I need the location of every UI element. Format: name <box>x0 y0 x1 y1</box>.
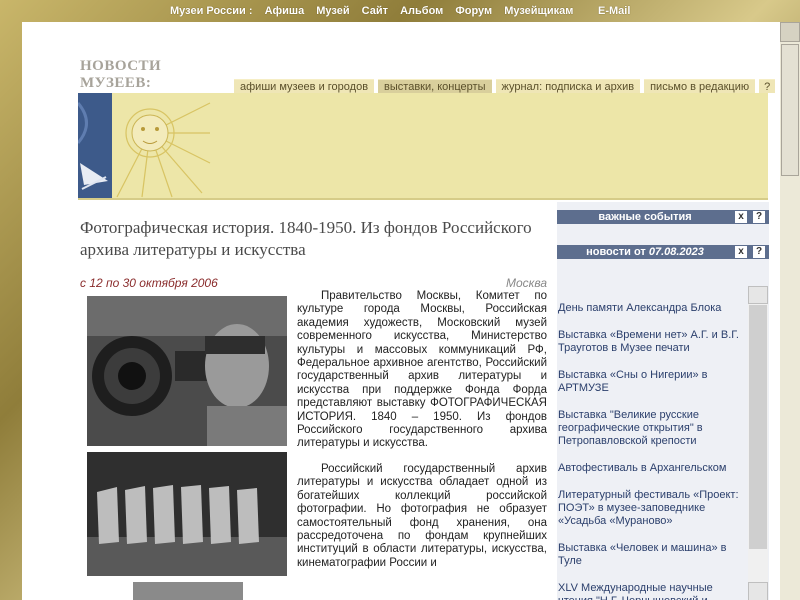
news-scroll-up-button[interactable] <box>748 286 768 304</box>
news-scroll-thumb[interactable] <box>749 305 767 549</box>
news-item[interactable]: Выставка "Великие русские географические… <box>558 409 750 448</box>
news-item[interactable]: День памяти Александра Блока <box>558 302 750 315</box>
important-events-title: важные события <box>598 211 692 223</box>
news-item[interactable]: Литературный фестиваль «Проект: ПОЭТ» в … <box>558 489 750 528</box>
page-scrollbar[interactable] <box>780 22 800 600</box>
nav-site[interactable]: Сайт <box>362 5 388 17</box>
article-paragraph-1: Правительство Москвы, Комитет по культур… <box>297 290 547 450</box>
tab-journal[interactable]: журнал: подписка и архив <box>495 79 641 93</box>
banner-divider <box>78 198 768 200</box>
brand-line-1: НОВОСТИ <box>80 58 162 74</box>
important-help-button[interactable]: ? <box>753 211 765 223</box>
tab-letter[interactable]: письмо в редакцию <box>644 79 756 93</box>
top-navigation: Музеи России : Афиша Музей Сайт Альбом Ф… <box>0 0 800 24</box>
important-events-header: важные события x ? <box>557 210 769 224</box>
news-item[interactable]: XLV Международные научные чтения "Н.Г. Ч… <box>558 582 750 600</box>
nav-museums-russia[interactable]: Музеи России : <box>170 5 253 17</box>
news-title-prefix: новости от <box>586 246 649 258</box>
article-body: Правительство Москвы, Комитет по культур… <box>297 290 547 582</box>
top-nav-items: Музеи России : Афиша Музей Сайт Альбом Ф… <box>170 5 582 17</box>
nav-forum[interactable]: Форум <box>455 5 492 17</box>
article-title: Фотографическая история. 1840-1950. Из ф… <box>80 218 532 259</box>
nav-album[interactable]: Альбом <box>400 5 443 17</box>
tab-exhibitions[interactable]: выставки, концерты <box>378 79 492 93</box>
important-close-button[interactable]: x <box>735 211 747 223</box>
news-scrollbar[interactable] <box>748 286 768 600</box>
photo-cameraman <box>87 296 287 446</box>
article-paragraph-2: Российский государственный архив литерат… <box>297 462 547 569</box>
header-banner <box>78 93 768 198</box>
page-scroll-up-button[interactable] <box>780 22 800 42</box>
nav-museum[interactable]: Музей <box>316 5 349 17</box>
news-list: День памяти Александра Блока Выставка «В… <box>558 302 750 600</box>
brand-line-2: МУЗЕЕВ: <box>80 75 152 91</box>
news-item[interactable]: Выставка «Сны о Нигерии» в АРТМУЗЕ <box>558 369 750 395</box>
nav-museum-workers[interactable]: Музейщикам <box>504 5 573 17</box>
photo-third <box>133 582 243 600</box>
news-item[interactable]: Выставка «Времени нет» А.Г. и В.Г. Трауг… <box>558 329 750 355</box>
photo-chairs <box>87 452 287 576</box>
news-item[interactable]: Автофестиваль в Архангельском <box>558 462 750 475</box>
news-item[interactable]: Выставка «Человек и машина» в Туле <box>558 542 750 568</box>
news-scroll-down-button[interactable] <box>748 582 768 600</box>
news-help-button[interactable]: ? <box>753 246 765 258</box>
news-title: новости от 07.08.2023 <box>557 245 733 259</box>
nav-afisha[interactable]: Афиша <box>265 5 305 17</box>
content-page: НОВОСТИ МУЗЕЕВ: афиши музеев и городов в… <box>22 22 780 600</box>
news-header: новости от 07.08.2023 x ? <box>557 245 769 259</box>
tab-help[interactable]: ? <box>759 79 776 93</box>
section-tabs: афиши музеев и городов выставки, концерт… <box>234 79 779 93</box>
sidebar: важные события x ? новости от 07.08.2023… <box>557 202 769 600</box>
news-close-button[interactable]: x <box>735 246 747 258</box>
sun-emblem-icon <box>116 102 211 198</box>
tab-afishi[interactable]: афиши музеев и городов <box>234 79 375 93</box>
nav-email[interactable]: E-Mail <box>598 5 630 17</box>
page-scroll-thumb[interactable] <box>781 44 799 176</box>
article-city: Москва <box>505 276 547 290</box>
news-date: 07.08.2023 <box>648 246 704 258</box>
article-dates: с 12 по 30 октября 2006 <box>80 276 218 290</box>
banner-emblem <box>78 93 112 198</box>
site-brand: НОВОСТИ МУЗЕЕВ: <box>80 58 161 92</box>
